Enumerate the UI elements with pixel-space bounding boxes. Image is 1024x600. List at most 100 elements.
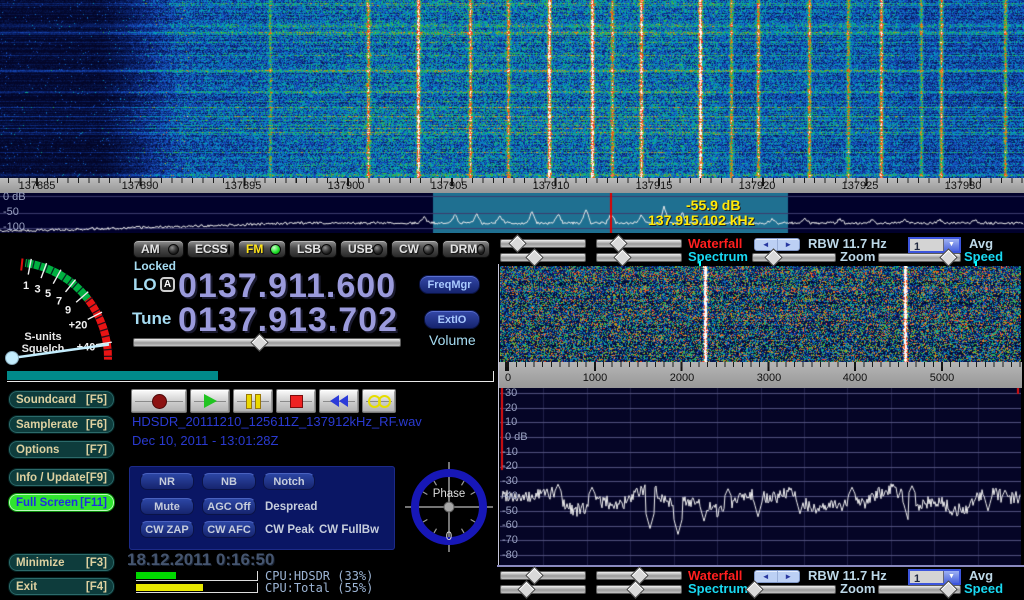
rf-db-label: -100 <box>3 221 25 233</box>
waterfall-brightness-slider[interactable] <box>500 570 586 580</box>
af-scale-tick: 2000 <box>670 372 694 384</box>
rbw-stepper[interactable]: ◄► <box>754 570 800 583</box>
volume-slider[interactable] <box>133 337 401 347</box>
cpu-total-label: CPU:Total (55%) <box>265 581 373 595</box>
phase-dial[interactable]: Phase 0 <box>404 461 494 553</box>
avg-value: 1 <box>910 239 943 251</box>
s-meter-label: 1 <box>23 280 29 292</box>
rf-scale-tick: 137905 <box>431 180 468 192</box>
stop-button[interactable] <box>276 389 316 413</box>
spectrum-label[interactable]: Spectrum <box>688 250 748 264</box>
rf-spectrum-canvas[interactable] <box>0 193 1024 233</box>
cw-peak-button[interactable]: CW Peak <box>265 521 314 538</box>
soundcard-button[interactable]: Soundcard[F5] <box>8 390 115 409</box>
waterfall-contrast-slider[interactable] <box>596 570 682 580</box>
mode-button-ecss[interactable]: ECSS <box>187 240 235 258</box>
cw-fullbw-button[interactable]: CW FullBw <box>319 521 379 538</box>
af-spectrum-canvas[interactable] <box>500 388 1021 565</box>
spectrum-ref-slider[interactable] <box>500 584 586 594</box>
agc-button[interactable]: AGC Off <box>202 498 256 515</box>
lo-frequency-display[interactable]: 0137.911.600 <box>178 269 396 303</box>
lo-auto-button[interactable]: A <box>160 277 175 292</box>
mode-label: DRM <box>450 242 477 256</box>
af-db-label: -40 <box>502 490 518 502</box>
rbw-stepper[interactable]: ◄► <box>754 238 800 251</box>
speed-label: Speed <box>964 582 1003 596</box>
spectrum-range-slider[interactable] <box>596 584 682 594</box>
options-button[interactable]: Options[F7] <box>8 440 115 459</box>
avg-dropdown[interactable]: 1 ▼ <box>908 569 961 585</box>
cw-zap-button[interactable]: CW ZAP <box>140 521 194 538</box>
pause-button[interactable] <box>233 389 273 413</box>
despread-button[interactable]: Despread <box>265 498 317 515</box>
minimize-button[interactable]: Minimize[F3] <box>8 553 115 572</box>
waterfall-brightness-slider[interactable] <box>500 238 586 248</box>
phase-knob[interactable] <box>444 502 454 512</box>
af-waterfall-canvas[interactable] <box>500 266 1021 362</box>
speed-slider[interactable] <box>878 584 961 594</box>
mode-button-cw[interactable]: CW <box>391 240 439 258</box>
arrow-right-icon[interactable]: ► <box>778 239 800 250</box>
right-panel-frame <box>498 264 499 566</box>
mode-button-am[interactable]: AM <box>133 240 184 258</box>
mode-button-lsb[interactable]: LSB <box>289 240 337 258</box>
loop-button[interactable] <box>362 389 396 413</box>
mute-button[interactable]: Mute <box>140 498 194 515</box>
speed-slider[interactable] <box>878 252 961 262</box>
cw-afc-button[interactable]: CW AFC <box>202 521 256 538</box>
s-meter-label: 9 <box>65 305 71 317</box>
rf-scale-tick: 137930 <box>945 180 982 192</box>
mode-button-drm[interactable]: DRM <box>442 240 490 258</box>
chevron-down-icon[interactable]: ▼ <box>943 239 959 251</box>
arrow-right-icon[interactable]: ► <box>778 571 800 582</box>
full-screen-button[interactable]: Full Screen[F11] <box>8 493 115 512</box>
play-button[interactable] <box>190 389 230 413</box>
mode-label: AM <box>141 242 160 256</box>
mode-label: CW <box>399 242 419 256</box>
slider-thumb[interactable] <box>250 333 268 351</box>
cpu-hdsdr-bar <box>136 571 258 581</box>
extio-button[interactable]: ExtIO <box>424 310 480 329</box>
avg-dropdown[interactable]: 1 ▼ <box>908 237 961 253</box>
button-label: Exit <box>16 581 37 593</box>
arrow-left-icon[interactable]: ◄ <box>755 571 778 582</box>
cursor-db-readout: -55.9 dB <box>686 197 740 213</box>
lo-label: LO <box>133 275 157 295</box>
info-update-button[interactable]: Info / Update[F9] <box>8 468 115 487</box>
af-controls-top: Waterfall ◄► RBW 11.7 Hz 1 ▼ Avg Spectru… <box>497 237 1024 265</box>
record-button[interactable] <box>131 389 187 413</box>
spectrum-ref-slider[interactable] <box>500 252 586 262</box>
af-frequency-scale[interactable]: 0 1000 2000 3000 4000 5000 <box>499 362 1022 388</box>
zoom-slider[interactable] <box>752 584 836 594</box>
rf-frequency-scale[interactable]: 137885 137890 137895 137900 137905 13791… <box>0 178 1024 193</box>
af-db-label: 30 <box>505 387 517 399</box>
tune-frequency-display[interactable]: 0137.913.702 <box>178 303 398 337</box>
af-scale-tick: 3000 <box>757 372 781 384</box>
rf-db-label: 0 dB <box>3 191 26 203</box>
button-hotkey: [F5] <box>86 394 107 406</box>
nb-button[interactable]: NB <box>202 473 256 490</box>
zoom-slider[interactable] <box>752 252 836 262</box>
waterfall-contrast-slider[interactable] <box>596 238 682 248</box>
notch-button[interactable]: Notch <box>263 473 315 490</box>
rf-scale-tick: 137925 <box>842 180 879 192</box>
rf-waterfall-canvas[interactable] <box>0 0 1024 178</box>
dsp-panel: NR NB Notch Mute AGC Off Despread CW ZAP… <box>129 466 395 550</box>
squelch-level-fill <box>7 371 218 380</box>
mode-button-usb[interactable]: USB <box>340 240 388 258</box>
af-db-label: -60 <box>502 519 518 531</box>
freqmgr-button[interactable]: FreqMgr <box>419 275 480 294</box>
rf-scale-tick: 137910 <box>533 180 570 192</box>
button-hotkey: [F7] <box>86 444 107 456</box>
rewind-button[interactable] <box>319 389 359 413</box>
spectrum-label[interactable]: Spectrum <box>688 582 748 596</box>
spectrum-range-slider[interactable] <box>596 252 682 262</box>
mode-button-fm[interactable]: FM <box>238 240 286 258</box>
chevron-down-icon[interactable]: ▼ <box>943 571 959 583</box>
s-meter-label: 3 <box>34 284 40 296</box>
mode-led-icon <box>168 244 179 255</box>
squelch-level-bar[interactable] <box>7 371 494 382</box>
samplerate-button[interactable]: Samplerate[F6] <box>8 415 115 434</box>
exit-button[interactable]: Exit[F4] <box>8 577 115 596</box>
nr-button[interactable]: NR <box>140 473 194 490</box>
